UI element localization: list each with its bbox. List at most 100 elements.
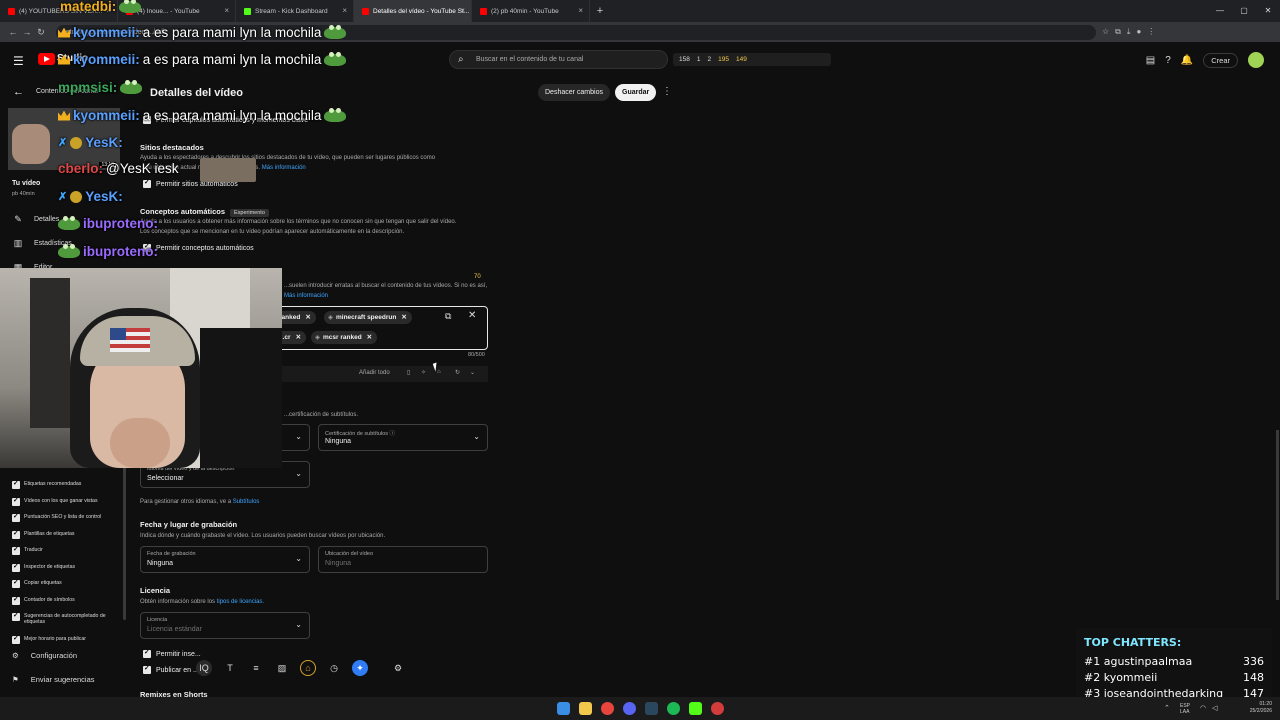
checkbox-checked-icon[interactable] xyxy=(12,634,20,644)
tray-chevron-icon[interactable]: ⌃ xyxy=(1164,704,1170,712)
sidebar-check-item[interactable]: Copiar etiquetas xyxy=(12,578,120,588)
checkbox-checked-icon[interactable] xyxy=(12,562,20,572)
back-icon[interactable]: ← xyxy=(6,27,20,37)
sidebar-check-item[interactable]: Plantillas de etiquetas xyxy=(12,529,120,539)
align-icon[interactable]: ≡ xyxy=(248,660,264,676)
iq-icon[interactable]: IQ xyxy=(196,660,212,676)
steam-icon[interactable] xyxy=(645,702,658,715)
minimize-icon[interactable]: — xyxy=(1208,0,1232,22)
license-select[interactable]: Licencia Licencia estándar ⌄ xyxy=(140,612,310,639)
comment-icon[interactable]: ▤ xyxy=(1146,55,1155,66)
sidebar-item-feedback[interactable]: ⚑ Enviar sugerencias xyxy=(12,675,95,684)
notification-icon[interactable]: 🔔 xyxy=(1181,55,1193,66)
checkbox-checked-icon[interactable] xyxy=(143,648,151,658)
maximize-icon[interactable]: ▢ xyxy=(1232,0,1256,22)
close-window-icon[interactable]: ✕ xyxy=(1256,0,1280,22)
checkbox-checked-icon[interactable] xyxy=(12,512,20,522)
tag-chip[interactable]: ◈ minecraft speedrun ✕ xyxy=(324,311,412,324)
sparkle-icon[interactable]: ✧ xyxy=(421,369,426,376)
copy-icon[interactable]: ⧉ xyxy=(445,311,451,322)
sidebar-item-settings[interactable]: ⚙ Configuración xyxy=(12,651,77,660)
star-icon[interactable]: ☆ xyxy=(1102,27,1109,37)
windows-start-icon[interactable] xyxy=(557,702,570,715)
create-button[interactable]: Crear xyxy=(1203,52,1238,68)
checkbox-checked-icon[interactable] xyxy=(12,529,20,539)
allow-embed-row[interactable]: Permitir inse... xyxy=(143,648,201,658)
checkbox-checked-icon[interactable] xyxy=(143,178,151,188)
checkbox-checked-icon[interactable] xyxy=(12,578,20,588)
page-scrollbar[interactable] xyxy=(1276,430,1279,600)
close-tab-icon[interactable]: × xyxy=(460,6,465,15)
image-icon[interactable]: ▨ xyxy=(274,660,290,676)
remove-tag-icon[interactable]: ✕ xyxy=(305,314,310,321)
refresh-icon[interactable]: ↻ xyxy=(455,369,460,376)
sidebar-check-item[interactable]: Mejor horario para publicar xyxy=(12,634,120,644)
search-input[interactable]: ⌕ Buscar en el contenido de tu canal xyxy=(449,50,668,69)
allow-concepts-row[interactable]: Permitir conceptos automáticos xyxy=(143,242,254,252)
sidebar-check-item[interactable]: Inspector de etiquetas xyxy=(12,562,120,572)
help-circle-icon[interactable]: ⓘ xyxy=(390,431,396,437)
clock-icon[interactable]: ◷ xyxy=(326,660,342,676)
license-types-link[interactable]: tipos de licencias. xyxy=(217,599,264,605)
discord-icon[interactable] xyxy=(623,702,636,715)
checkbox-checked-icon[interactable] xyxy=(12,545,20,555)
video-location-input[interactable]: Ubicación del vídeo Ninguna xyxy=(318,546,488,573)
publish-feed-row[interactable]: Publicar en ... xyxy=(143,664,199,674)
checkbox-checked-icon[interactable] xyxy=(12,595,20,605)
close-tab-icon[interactable]: × xyxy=(224,6,229,15)
close-tab-icon[interactable]: × xyxy=(578,6,583,15)
sidebar-check-item[interactable]: Sugerencias de autocompletado de etiquet… xyxy=(12,611,120,625)
clear-tags-icon[interactable]: ✕ xyxy=(468,310,476,321)
more-options-icon[interactable]: ⋮ xyxy=(662,86,672,97)
volume-icon[interactable]: ◁ xyxy=(1212,704,1217,712)
chrome-icon[interactable] xyxy=(601,702,614,715)
remove-tag-icon[interactable]: ✕ xyxy=(367,334,372,341)
app-icon[interactable] xyxy=(711,702,724,715)
language-indicator[interactable]: ESP LAA xyxy=(1180,703,1190,715)
profile-icon[interactable]: ● xyxy=(1136,27,1141,37)
back-arrow-icon[interactable]: ← xyxy=(13,86,24,98)
kick-icon[interactable] xyxy=(689,702,702,715)
browser-tab[interactable]: (2) pb 40min - YouTube × xyxy=(472,0,590,22)
more-info-link[interactable]: Más información xyxy=(262,165,306,171)
download-icon[interactable]: ⤓ xyxy=(1127,27,1131,37)
forward-icon[interactable]: → xyxy=(20,27,34,37)
subtitles-link[interactable]: Subtítulos xyxy=(233,499,260,505)
chevron-down-icon[interactable]: ⌄ xyxy=(470,369,475,376)
help-icon[interactable]: ? xyxy=(1165,55,1171,66)
caption-certification-select[interactable]: Certificación de subtítulos ⓘ Ninguna ⌄ xyxy=(318,424,488,451)
wifi-icon[interactable]: ◠ xyxy=(1200,704,1206,712)
clock[interactable]: 01:20 25/2/2026 xyxy=(1250,701,1272,715)
sidebar-check-item[interactable]: Contador de símbolos xyxy=(12,595,120,605)
remove-tag-icon[interactable]: ✕ xyxy=(401,314,406,321)
sidebar-check-item[interactable]: Traducir xyxy=(12,545,120,555)
sidebar-check-item[interactable]: Puntuación SEO y lista de control xyxy=(12,512,120,522)
add-all-button[interactable]: Añadir todo xyxy=(359,370,390,376)
new-tab-button[interactable]: + xyxy=(590,5,610,17)
browser-tab[interactable]: Stream - Kick Dashboard × xyxy=(236,0,354,22)
doc-icon[interactable]: ▯ xyxy=(407,369,410,376)
youtube-logo-icon[interactable] xyxy=(38,53,55,65)
hamburger-menu-icon[interactable]: ☰ xyxy=(13,54,24,68)
extension-icon[interactable]: ⧉ xyxy=(1115,27,1121,37)
gear-icon[interactable]: ⚙ xyxy=(390,660,406,676)
sparkle-icon[interactable]: ✦ xyxy=(352,660,368,676)
tag-icon[interactable]: ⌂ xyxy=(300,660,316,676)
tags-more-info-link[interactable]: Más información xyxy=(284,293,328,299)
checkbox-checked-icon[interactable] xyxy=(12,611,20,621)
sidebar-check-item[interactable]: Vídeos con los que ganar vistas xyxy=(12,496,120,506)
menu-icon[interactable]: ⋮ xyxy=(1147,27,1155,37)
browser-tab-active[interactable]: Detalles del vídeo - YouTube St... × xyxy=(354,0,472,22)
spotify-icon[interactable] xyxy=(667,702,680,715)
reload-icon[interactable]: ↻ xyxy=(34,27,48,38)
sidebar-check-item[interactable]: Etiquetas recomendadas xyxy=(12,479,120,489)
tag-chip[interactable]: ◈ mcsr ranked ✕ xyxy=(311,331,378,344)
close-tab-icon[interactable]: × xyxy=(342,6,347,15)
remove-tag-icon[interactable]: ✕ xyxy=(296,334,301,341)
undo-changes-button[interactable]: Deshacer cambios xyxy=(538,84,610,101)
checkbox-checked-icon[interactable] xyxy=(12,479,20,489)
text-icon[interactable]: T xyxy=(222,660,238,676)
sidebar-item-details[interactable]: ✎ Detalles xyxy=(12,214,59,225)
avatar[interactable] xyxy=(1248,52,1264,68)
save-button[interactable]: Guardar xyxy=(615,84,657,101)
